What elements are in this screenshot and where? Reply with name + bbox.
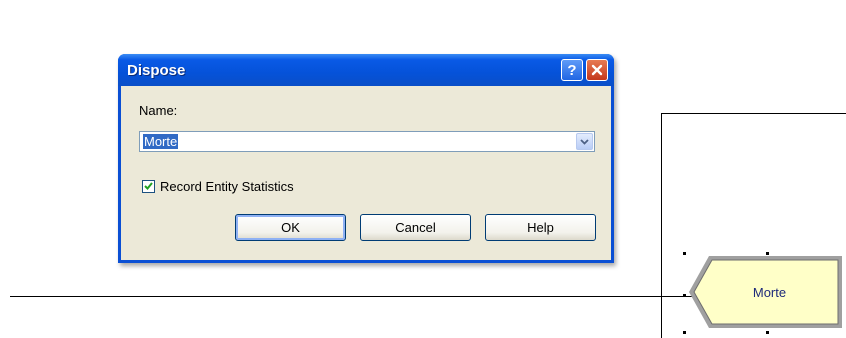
- name-label: Name:: [139, 103, 178, 118]
- check-icon: [144, 182, 153, 190]
- connector-line[interactable]: [10, 296, 696, 297]
- submodel-border-top: [661, 113, 846, 114]
- name-value[interactable]: Morte: [143, 134, 179, 149]
- question-mark-icon: ?: [567, 61, 577, 79]
- dialog-title: Dispose: [127, 62, 186, 79]
- dialog-body: Name: Morte Record Entity Statistics OK …: [121, 86, 611, 260]
- dialog-titlebar[interactable]: Dispose ?: [118, 54, 614, 86]
- name-combobox[interactable]: Morte: [139, 131, 595, 152]
- dispose-module-graphic: [689, 256, 842, 328]
- record-stats-label: Record Entity Statistics: [160, 178, 294, 194]
- name-dropdown-button[interactable]: [576, 133, 593, 150]
- cancel-button[interactable]: Cancel: [360, 214, 471, 241]
- titlebar-close-button[interactable]: [586, 59, 608, 81]
- record-stats-row[interactable]: Record Entity Statistics: [142, 178, 294, 194]
- record-stats-checkbox[interactable]: [142, 179, 155, 193]
- chevron-down-icon: [580, 138, 589, 145]
- titlebar-help-button[interactable]: ?: [561, 59, 583, 81]
- help-button[interactable]: Help: [485, 214, 596, 241]
- submodel-border-left: [661, 113, 662, 338]
- ok-button[interactable]: OK: [235, 214, 346, 241]
- close-icon: [591, 64, 603, 76]
- dispose-dialog: Dispose ? Name: Morte Record Entity Stat…: [118, 54, 614, 263]
- dispose-module-shape[interactable]: Morte: [682, 251, 846, 333]
